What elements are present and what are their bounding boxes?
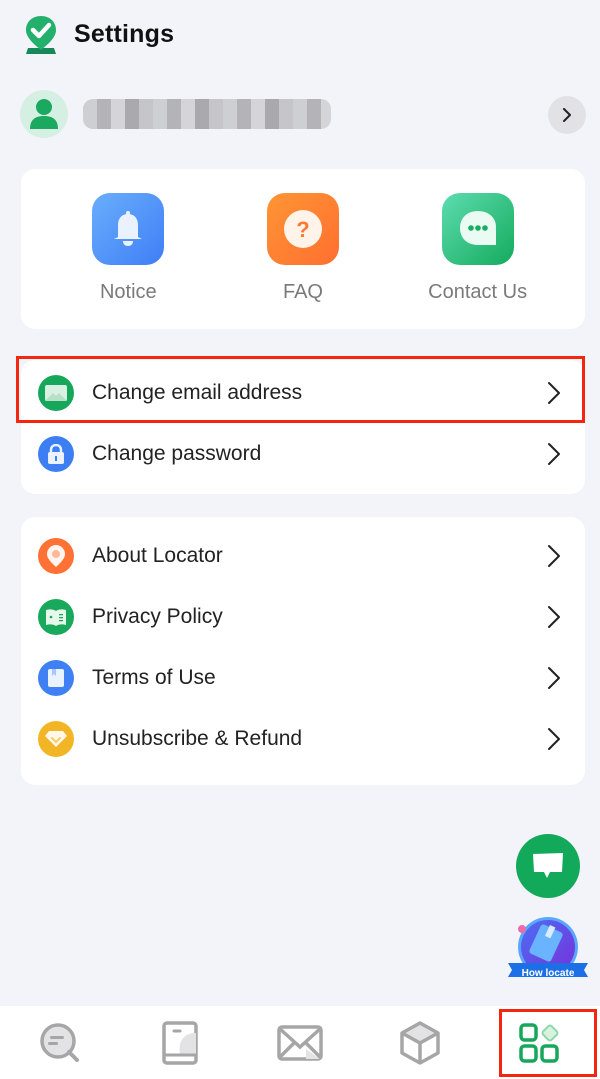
account-settings-card: Change email address Change password (21, 360, 585, 494)
contact-us-label: Contact Us (428, 281, 528, 303)
how-locate-button[interactable]: How locate (506, 915, 590, 983)
profile-name-blurred (83, 99, 331, 129)
user-icon (30, 99, 58, 129)
contact-us-button[interactable]: Contact Us (403, 169, 553, 329)
message-icon (533, 853, 563, 878)
avatar (20, 90, 68, 138)
messages-tab[interactable] (240, 1006, 360, 1079)
apps-grid-icon (519, 1022, 559, 1063)
terms-of-use-label: Terms of Use (92, 665, 216, 689)
book-tab-icon (162, 1020, 198, 1065)
search-list-icon (40, 1022, 79, 1062)
change-password-row[interactable]: Change password (21, 423, 585, 484)
lock-icon (38, 435, 74, 472)
chevron-right-icon (548, 382, 560, 404)
bottom-tab-bar (0, 1006, 600, 1079)
chevron-right-icon (548, 545, 560, 567)
about-card: About Locator Privacy Policy Terms of Us… (21, 517, 585, 785)
tools-tab[interactable] (360, 1006, 480, 1079)
faq-button[interactable]: ? FAQ (228, 169, 378, 329)
settings-tab[interactable] (480, 1006, 600, 1079)
quick-actions-card: Notice ? FAQ Contact Us (21, 169, 585, 329)
privacy-policy-label: Privacy Policy (92, 604, 223, 628)
terms-of-use-row[interactable]: Terms of Use (21, 647, 585, 708)
bookmark-doc-icon (38, 659, 74, 696)
chevron-right-icon (563, 108, 571, 122)
change-password-label: Change password (92, 441, 262, 465)
change-email-label: Change email address (92, 380, 303, 404)
svg-text:?: ? (296, 217, 309, 242)
location-pin-icon (38, 537, 74, 574)
profile-arrow-button[interactable] (548, 96, 586, 134)
how-locate-label: How locate (521, 968, 575, 979)
chat-bubble-icon (441, 193, 514, 265)
notice-label: Notice (99, 281, 157, 303)
profile-row[interactable] (20, 88, 586, 140)
chevron-right-icon (548, 606, 560, 628)
chevron-right-icon (548, 667, 560, 689)
question-icon: ? (266, 193, 339, 265)
envelope-icon (277, 1024, 323, 1061)
privacy-policy-row[interactable]: Privacy Policy (21, 586, 585, 647)
bell-icon (92, 193, 165, 265)
about-locator-label: About Locator (92, 543, 223, 567)
mail-icon (38, 374, 74, 411)
chevron-right-icon (548, 443, 560, 465)
search-tab[interactable] (0, 1006, 120, 1079)
guide-tab[interactable] (120, 1006, 240, 1079)
location-check-logo (26, 16, 56, 54)
unsubscribe-refund-label: Unsubscribe & Refund (92, 726, 303, 750)
cube-icon (400, 1020, 440, 1065)
book-icon (38, 598, 74, 635)
chat-fab-button[interactable] (516, 834, 580, 898)
page-title: Settings (74, 19, 175, 48)
faq-label: FAQ (282, 281, 323, 303)
about-locator-row[interactable]: About Locator (21, 525, 585, 586)
diamond-icon (38, 720, 74, 757)
notice-button[interactable]: Notice (53, 169, 203, 329)
change-email-row[interactable]: Change email address (21, 362, 585, 423)
header: Settings (22, 14, 174, 54)
unsubscribe-refund-row[interactable]: Unsubscribe & Refund (21, 708, 585, 769)
chevron-right-icon (548, 728, 560, 750)
